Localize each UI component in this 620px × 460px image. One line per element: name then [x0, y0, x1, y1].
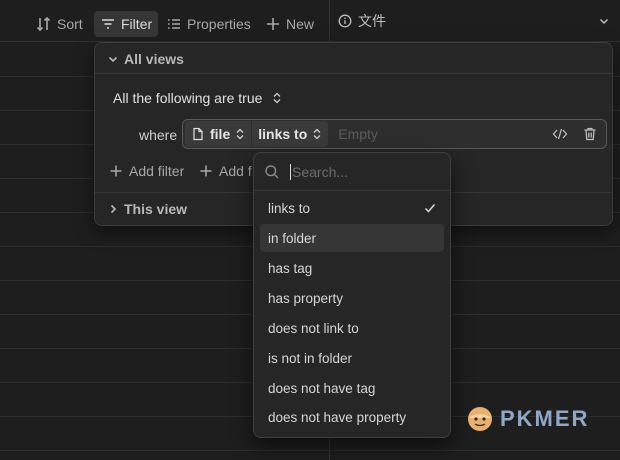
option-has-property[interactable]: has property [260, 284, 444, 312]
add-filter-label: Add filter [129, 163, 185, 179]
option-label: in folder [268, 230, 317, 246]
option-label: does not link to [268, 320, 359, 336]
filter-condition-row: file links to Empty [182, 119, 607, 149]
watermark-text: PKMER [500, 406, 590, 431]
search-icon [265, 164, 279, 178]
this-view-label: This view [124, 201, 188, 217]
properties-label: Properties [187, 16, 251, 32]
table-row [0, 450, 620, 451]
option-label: does not have tag [268, 380, 376, 396]
filter-label: Filter [121, 16, 153, 32]
option-does-not-have-tag[interactable]: does not have tag [260, 374, 444, 402]
divider [95, 73, 612, 74]
updown-chevron-icon [236, 128, 244, 140]
code-icon[interactable] [552, 126, 568, 142]
chevron-down-icon[interactable] [598, 15, 610, 27]
option-label: has tag [268, 260, 313, 276]
option-is-not-in-folder[interactable]: is not in folder [260, 344, 444, 372]
operator-label: links to [258, 126, 308, 142]
value-input[interactable]: Empty [338, 126, 378, 142]
where-label: where [139, 127, 178, 143]
property-label: file [210, 126, 231, 142]
column-header-file[interactable]: 文件 [330, 0, 620, 42]
all-views-label: All views [124, 51, 184, 67]
filter-button[interactable]: Filter [94, 11, 159, 37]
property-select[interactable]: file [185, 121, 252, 147]
option-has-tag[interactable]: has tag [260, 254, 444, 282]
sort-label: Sort [57, 16, 83, 32]
condition-actions [552, 126, 598, 142]
updown-chevron-icon [313, 128, 321, 140]
conjunction-label: All the following are true [113, 90, 263, 106]
bases-toolbar: Sort Filter Properties New [0, 0, 329, 42]
operator-select[interactable]: links to [252, 121, 329, 147]
option-label: links to [268, 200, 311, 216]
chevron-down-icon [108, 56, 118, 63]
column-header-label: 文件 [358, 13, 386, 29]
option-label: is not in folder [268, 350, 353, 366]
list-icon [168, 19, 180, 29]
option-label: has property [268, 290, 344, 306]
option-links-to[interactable]: links to [260, 194, 444, 222]
dropdown-search[interactable]: Search... [254, 153, 450, 191]
option-label: does not have property [268, 409, 407, 425]
pkmer-watermark: PKMER [466, 405, 589, 433]
plus-icon [200, 165, 212, 177]
add-filter-group-button[interactable]: Add f [199, 163, 252, 179]
pkmer-logo-icon [468, 407, 492, 431]
new-button[interactable]: New [259, 11, 320, 37]
sort-icon [36, 16, 51, 32]
sort-button[interactable]: Sort [30, 11, 89, 37]
updown-chevron-icon [273, 92, 281, 104]
operator-dropdown: Search... links to in folder has tag has… [253, 152, 451, 438]
all-views-section[interactable]: All views [107, 51, 184, 67]
add-filter-button[interactable]: Add filter [109, 163, 184, 179]
chevron-right-icon [110, 204, 117, 214]
plus-icon [110, 165, 122, 177]
filter-icon [102, 19, 114, 29]
search-input[interactable]: Search... [292, 164, 348, 180]
plus-icon [267, 18, 279, 30]
add-filter-group-label: Add f [219, 163, 252, 179]
properties-button[interactable]: Properties [160, 11, 257, 37]
text-caret [290, 163, 291, 180]
new-label: New [286, 16, 315, 32]
info-icon [338, 14, 352, 28]
this-view-section[interactable]: This view [107, 201, 187, 217]
check-icon [424, 204, 436, 213]
option-does-not-have-property[interactable]: does not have property [260, 403, 444, 431]
trash-icon[interactable] [582, 126, 598, 142]
file-icon [193, 127, 203, 141]
option-does-not-link-to[interactable]: does not link to [260, 314, 444, 342]
conjunction-select[interactable]: All the following are true [113, 90, 282, 106]
option-in-folder[interactable]: in folder [260, 224, 444, 252]
